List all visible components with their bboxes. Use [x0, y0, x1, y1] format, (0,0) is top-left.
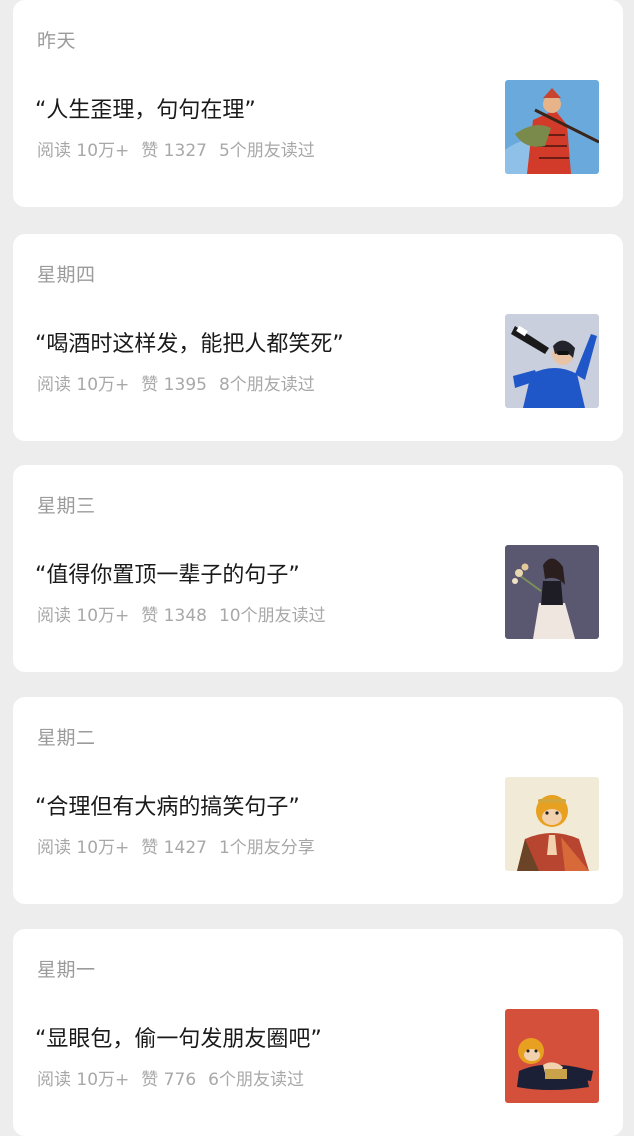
- article-thumbnail[interactable]: [505, 1009, 599, 1103]
- article-card[interactable]: 星期二 “合理但有大病的搞笑句子” 阅读 10万+ 赞 1427 1个朋友分享: [13, 697, 623, 904]
- article-date: 星期四: [37, 264, 96, 286]
- article-stats: 阅读 10万+ 赞 1327 5个朋友读过: [37, 136, 315, 161]
- monkey-lying-down-illustration-icon: [505, 1009, 599, 1103]
- read-count: 阅读 10万+: [37, 606, 130, 626]
- article-title[interactable]: “合理但有大病的搞笑句子”: [35, 789, 300, 821]
- article-thumbnail[interactable]: [505, 314, 599, 408]
- article-title[interactable]: “人生歪理，句句在理”: [35, 92, 256, 124]
- article-card[interactable]: 星期四 “喝酒时这样发，能把人都笑死” 阅读 10万+ 赞 1395 8个朋友读过: [13, 234, 623, 441]
- article-card[interactable]: 星期一 “显眼包，偷一句发朋友圈吧” 阅读 10万+ 赞 776 6个朋友读过: [13, 929, 623, 1136]
- article-thumbnail[interactable]: [505, 777, 599, 871]
- article-date: 星期三: [37, 495, 96, 517]
- friends-read: 10个朋友读过: [218, 606, 326, 626]
- read-count: 阅读 10万+: [37, 1070, 130, 1090]
- article-stats: 阅读 10万+ 赞 776 6个朋友读过: [37, 1065, 304, 1090]
- read-count: 阅读 10万+: [37, 838, 130, 858]
- article-date: 星期二: [37, 727, 96, 749]
- monkey-king-spear-illustration-icon: [505, 80, 599, 174]
- article-date: 昨天: [37, 30, 77, 52]
- friends-read: 5个朋友读过: [218, 141, 315, 161]
- like-count: 赞 1327: [141, 141, 207, 161]
- article-stats: 阅读 10万+ 赞 1395 8个朋友读过: [37, 370, 315, 395]
- article-title[interactable]: “显眼包，偷一句发朋友圈吧”: [35, 1021, 322, 1053]
- like-count: 赞 1348: [141, 606, 207, 626]
- article-card[interactable]: 昨天 “人生歪理，句句在理” 阅读 10万+ 赞 1327 5个朋友读过: [13, 0, 623, 207]
- like-count: 赞 1427: [141, 838, 207, 858]
- article-title[interactable]: “喝酒时这样发，能把人都笑死”: [35, 326, 344, 358]
- article-thumbnail[interactable]: [505, 80, 599, 174]
- article-stats: 阅读 10万+ 赞 1348 10个朋友读过: [37, 601, 326, 626]
- article-date: 星期一: [37, 959, 96, 981]
- friends-read: 8个朋友读过: [218, 375, 315, 395]
- friends-read: 1个朋友分享: [218, 838, 315, 858]
- article-thumbnail[interactable]: [505, 545, 599, 639]
- person-drinking-bottle-illustration-icon: [505, 314, 599, 408]
- like-count: 赞 1395: [141, 375, 207, 395]
- read-count: 阅读 10万+: [37, 141, 130, 161]
- article-history-page: { "articles": [ { "date": "昨天", "title":…: [0, 0, 634, 1136]
- read-count: 阅读 10万+: [37, 375, 130, 395]
- like-count: 赞 776: [141, 1070, 197, 1090]
- article-stats: 阅读 10万+ 赞 1427 1个朋友分享: [37, 833, 315, 858]
- article-card[interactable]: 星期三 “值得你置顶一辈子的句子” 阅读 10万+ 赞 1348 10个朋友读过: [13, 465, 623, 672]
- woman-holding-flowers-illustration-icon: [505, 545, 599, 639]
- monk-praying-illustration-icon: [505, 777, 599, 871]
- article-title[interactable]: “值得你置顶一辈子的句子”: [35, 557, 300, 589]
- friends-read: 6个朋友读过: [208, 1070, 304, 1090]
